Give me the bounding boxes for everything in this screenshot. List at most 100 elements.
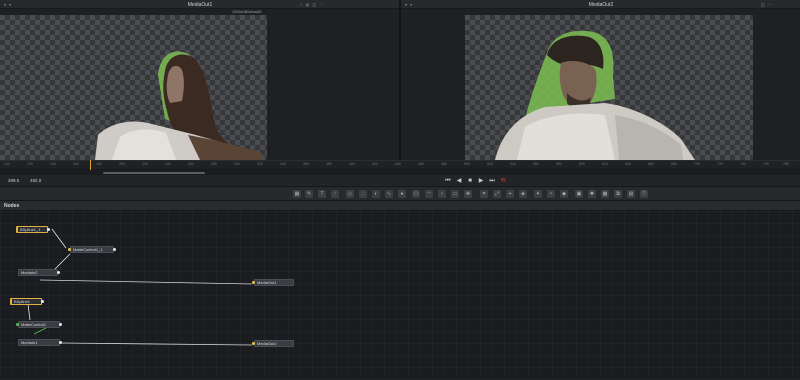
ruler-tick: 460 [418,162,424,166]
bspline-tool-icon[interactable]: ◠ [425,190,433,198]
ruler-tick: 300 [234,162,240,166]
go-to-start-icon[interactable]: ⏮ [444,177,452,185]
curves-tool-icon[interactable]: ∿ [385,190,393,198]
ruler-tick: 420 [372,162,378,166]
ruler-tick: 760 [763,162,769,166]
ruler-tick: 320 [257,162,263,166]
viewer-left-image [95,51,262,160]
ruler-tick: 780 [783,162,789,166]
crop-tool-icon[interactable]: ⌗ [480,190,488,198]
ruler-tick: 100 [4,162,10,166]
node-output-port[interactable] [113,248,116,251]
node-mattecontrol1[interactable]: MatteControl1 [16,321,62,328]
text-tool-icon[interactable]: T [318,190,326,198]
fusion-app: ▾ ▾ MediaOut1 □ ▤ ◫ ⋯ ▾ ▾ MediaOut2 ◫ ⋯ … [0,0,800,380]
viewer-left-options-icon[interactable]: ▾ ▾ [4,2,12,7]
viewer-right-header: ▾ ▾ MediaOut2 ◫ ⋯ [401,0,800,9]
color-corrector-tool-icon[interactable]: ◐ [372,190,380,198]
ruler-tick: 640 [625,162,631,166]
polygon-tool-icon[interactable]: ⬠ [412,190,420,198]
ruler-tick: 380 [326,162,332,166]
tools-toolbar: ▦ ✎ T ∕ ◇ ∴ ◐ ∿ ● ⬠ ◠ ○ ▭ ✥ ⌗ ⤢ ⌖ ◈ ✦ ✧ … [0,187,800,201]
ruler-tick: 720 [717,162,723,166]
ruler-tick: 700 [694,162,700,166]
node-label: MediaOut1 [257,280,277,285]
viewer-right-options-icon[interactable]: ▾ ▾ [405,2,413,7]
viewer-right-canvas[interactable] [465,15,753,160]
ruler-tick: 620 [602,162,608,166]
ruler-tick: 360 [303,162,309,166]
node-input-port[interactable] [16,323,19,326]
timeline-ruler[interactable]: 100 120 140 160 180 200 220 240 260 280 … [0,160,800,170]
emitter-tool-icon[interactable]: ✧ [547,190,555,198]
node-mediaout1[interactable]: MediaOut1 [252,279,294,286]
node-mediain1[interactable]: MediaIn1 [18,339,62,346]
step-back-icon[interactable]: ◀ [455,177,463,185]
brush-tool-icon[interactable]: ∕ [331,190,339,198]
renderer-tool-icon[interactable]: ▩ [601,190,609,198]
viewer-left-toolbar-icons[interactable]: □ ▤ ◫ ⋯ [300,2,324,7]
node-label: MediaIn1 [21,340,38,345]
node-mediain2[interactable]: MediaIn2 [18,269,60,276]
resize-tool-icon[interactable]: ⤢ [493,190,501,198]
ruler-tick: 740 [740,162,746,166]
node-output-port[interactable] [57,271,60,274]
node-bspline1-1[interactable]: BSpline1_1 [16,226,50,233]
viewer-left-canvas[interactable] [0,15,267,160]
viewer-right-toolbar-icons[interactable]: ◫ ⋯ [761,2,773,7]
timeline-scrollbar-thumb[interactable] [103,172,205,174]
node-output-port[interactable] [59,323,62,326]
node-label: MediaOut2 [257,341,277,346]
node-mattecontrol1-1[interactable]: MatteControl1_1 [68,246,116,253]
node-mediaout2[interactable]: MediaOut2 [252,340,294,347]
node-output-port[interactable] [47,228,50,231]
drop-tool-icon[interactable]: ● [398,190,406,198]
ruler-tick: 280 [211,162,217,166]
ruler-tick: 120 [27,162,33,166]
render-range-start[interactable]: 289.0 [8,178,19,183]
node-input-port[interactable] [68,248,71,251]
ruler-tick: 440 [395,162,401,166]
camera-tool-icon[interactable]: ▣ [575,190,583,198]
viewer-right[interactable] [401,9,800,160]
merge-tool-icon[interactable]: ◇ [346,190,354,198]
render-range-end[interactable]: 492.0 [30,178,41,183]
node-editor[interactable] [0,211,800,380]
node-input-port[interactable] [252,342,255,345]
planar-tracker-tool-icon[interactable]: ◈ [519,190,527,198]
node-bspline1[interactable]: BSpline1 [10,298,44,305]
ruler-tick: 600 [579,162,585,166]
node-label: MediaIn2 [21,270,38,275]
transform-tool-icon[interactable]: ✥ [464,190,472,198]
ruler-tick: 220 [142,162,148,166]
node-output-port[interactable] [59,341,62,344]
go-to-end-icon[interactable]: ⏭ [488,177,496,185]
merge-3d-tool-icon[interactable]: ⧉ [614,190,622,198]
image-plane-tool-icon[interactable]: ▤ [627,190,635,198]
text-3d-tool-icon[interactable]: Ⓣ [640,190,648,198]
ruler-tick: 500 [464,162,470,166]
ellipse-tool-icon[interactable]: ○ [438,190,446,198]
ruler-tick: 660 [648,162,654,166]
ruler-tick: 340 [280,162,286,166]
playhead[interactable] [90,160,91,170]
play-icon[interactable]: ▶ [477,177,485,185]
rectangle-tool-icon[interactable]: ▭ [451,190,459,198]
stop-icon[interactable]: ■ [466,177,474,185]
blur-tool-icon[interactable]: ∴ [359,190,367,198]
light-tool-icon[interactable]: ✹ [588,190,596,198]
node-label: BSpline1_1 [20,227,41,232]
paint-tool-icon[interactable]: ✎ [305,190,313,198]
tracker-tool-icon[interactable]: ⌖ [506,190,514,198]
viewer-right-image [495,30,695,160]
ruler-tick: 480 [441,162,447,166]
node-input-port[interactable] [252,281,255,284]
viewer-left[interactable]: 1920x1080xfloat32 [0,9,399,160]
nodes-panel-header: Nodes [0,201,800,211]
node-output-port[interactable] [41,300,44,303]
background-tool-icon[interactable]: ▦ [293,190,301,198]
loop-icon[interactable]: ⟲ [499,177,507,185]
ruler-tick: 400 [349,162,355,166]
particles-tool-icon[interactable]: ✦ [534,190,542,198]
shape-3d-tool-icon[interactable]: ◆ [560,190,568,198]
